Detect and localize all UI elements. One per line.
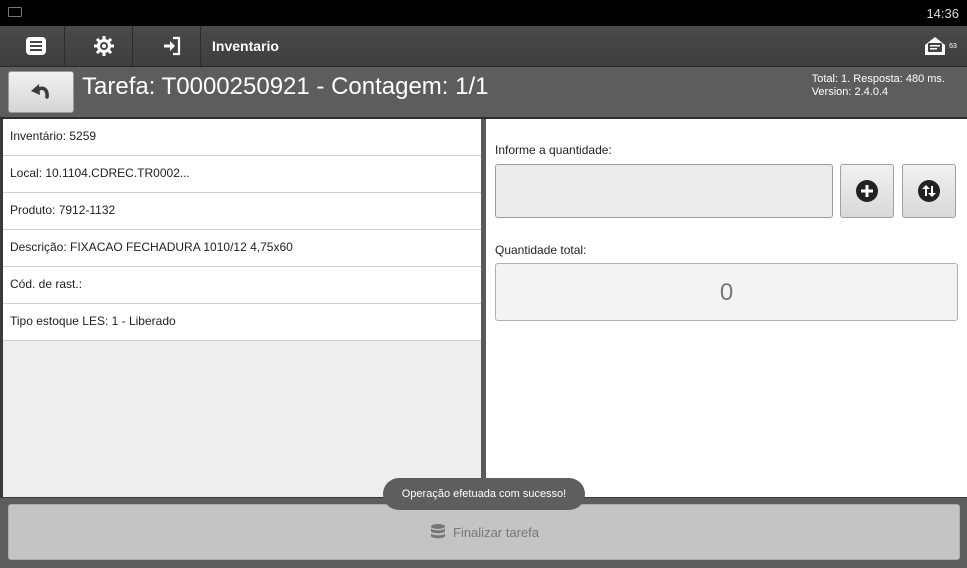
total-label: Quantidade total: [495,243,587,257]
back-button[interactable] [8,71,74,113]
status-clock: 14:36 [926,6,959,21]
detail-row-cod-rast: Cód. de rast.: [3,267,481,304]
plus-circle-icon [856,180,878,202]
detail-row-produto: Produto: 7912-1132 [3,193,481,230]
quantity-label: Informe a quantidade: [495,143,612,157]
swap-circle-icon [918,180,940,202]
message-icon [925,37,946,55]
sign-in-icon [164,36,181,56]
quantity-panel: Informe a quantidade: Quantidade total: … [486,119,967,497]
response-time-text: Total: 1. Resposta: 480 ms. [811,73,945,85]
message-count: 63 [949,42,957,50]
detail-list: Inventário: 5259 Local: 10.1104.CDREC.TR… [3,119,481,497]
version-text: Version: 2.4.0.4 [811,86,889,98]
detail-row-local: Local: 10.1104.CDREC.TR0002... [3,156,481,193]
server-info: Total: 1. Resposta: 480 ms. Version: 2.4… [812,73,945,99]
swap-quantity-button[interactable] [902,164,956,218]
finish-task-button[interactable]: Finalizar tarefa [8,504,960,560]
menu-icon [26,37,46,55]
detail-row-inventario: Inventário: 5259 [3,119,481,156]
menu-button[interactable] [8,26,65,66]
action-bar: Inventario 63 [0,26,967,67]
quantity-input[interactable] [495,164,833,218]
messages-button[interactable]: 63 [919,30,961,62]
detail-row-descricao: Descrição: FIXACAO FECHADURA 1010/12 4,7… [3,230,481,267]
app-title: Inventario [212,38,279,54]
total-quantity-display: 0 [495,263,958,321]
success-toast: Operação efetuada com sucesso! [383,478,585,510]
gear-icon [94,36,114,56]
detail-row-tipo-estoque: Tipo estoque LES: 1 - Liberado [3,304,481,341]
task-header: Tarefa: T0000250921 - Contagem: 1/1 Tota… [0,67,967,119]
login-button[interactable] [144,26,201,66]
undo-icon [31,84,49,99]
finish-task-label: Finalizar tarefa [453,524,539,540]
add-quantity-button[interactable] [840,164,894,218]
database-icon [431,524,445,539]
status-bar: 14:36 [0,0,967,26]
page-title: Tarefa: T0000250921 - Contagem: 1/1 [82,73,489,100]
keyboard-icon [8,7,22,17]
settings-button[interactable] [76,26,133,66]
